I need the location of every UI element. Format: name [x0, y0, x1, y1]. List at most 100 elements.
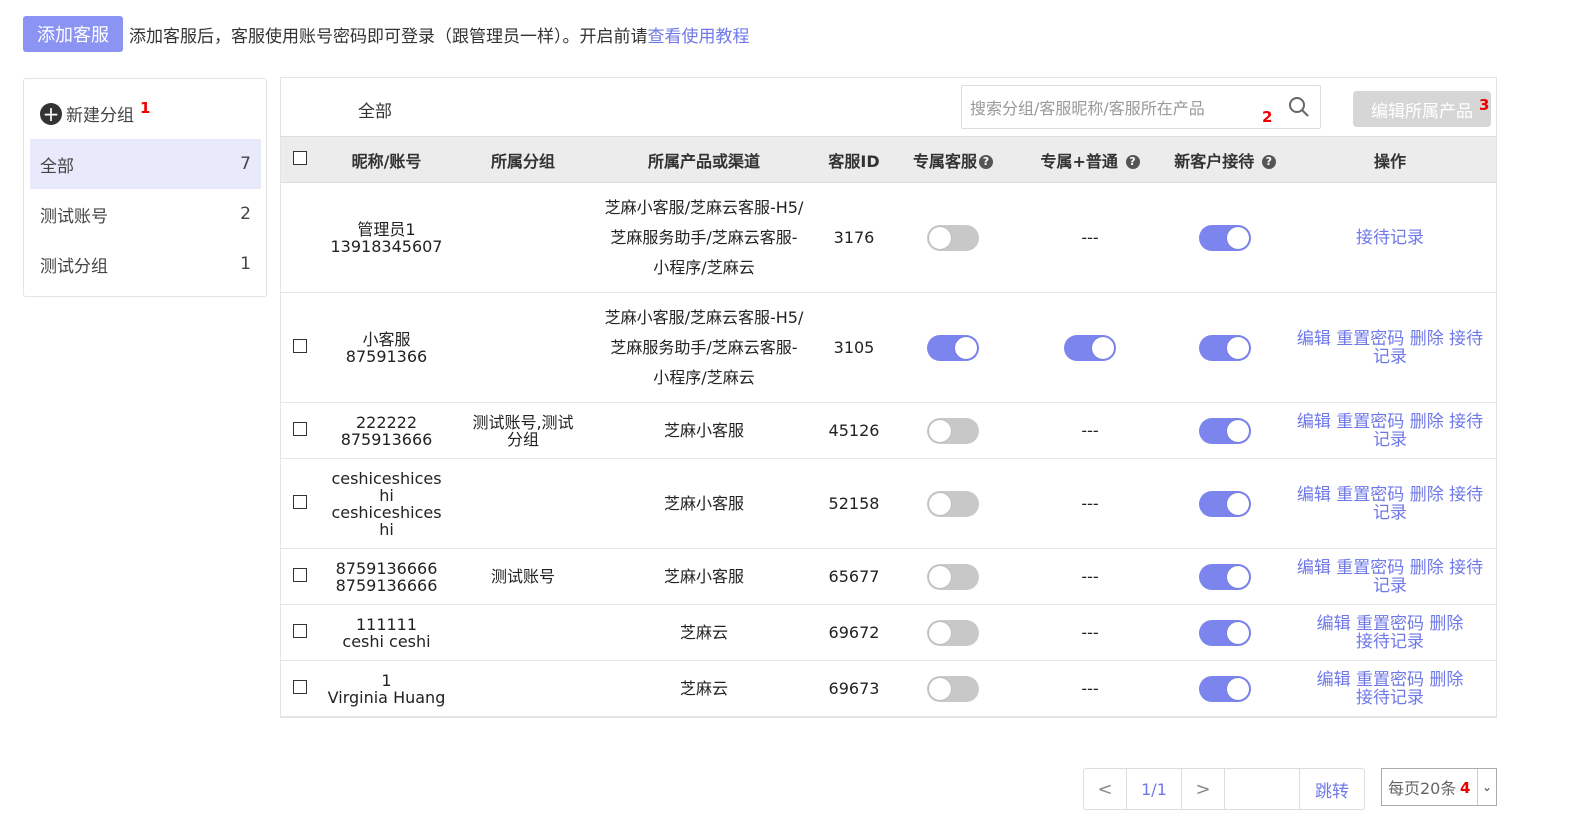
annotation-marker: 2 [1262, 108, 1273, 126]
add-agent-button[interactable]: 添加客服 [23, 16, 123, 52]
exclusive-normal-cell: --- [1014, 548, 1166, 605]
search-input[interactable] [968, 86, 1272, 130]
help-icon[interactable]: ? [1125, 154, 1140, 169]
prev-page-button[interactable]: < [1084, 769, 1127, 809]
agent-table: 昵称/账号 所属分组 所属产品或渠道 客服ID 专属客服? 专属+普通 ? 新客… [281, 136, 1496, 717]
records-link[interactable]: 接待记录 [1356, 228, 1424, 248]
row-checkbox[interactable] [293, 624, 307, 638]
product-cell: 芝麻小客服 [592, 548, 816, 605]
group-item-test-account[interactable]: 测试账号 2 [30, 189, 261, 239]
tutorial-link[interactable]: 查看使用教程 [648, 27, 750, 47]
jump-button[interactable]: 跳转 [1300, 769, 1364, 809]
group-cell: 测试账号,测试分组 [454, 402, 592, 459]
row-checkbox[interactable] [293, 680, 307, 694]
exclusive-toggle[interactable] [927, 224, 979, 251]
product-text: 芝麻小客服/芝麻云客服-H5/芝麻服务助手/芝麻云客服-小程序/芝麻云 [604, 197, 804, 277]
page-jump-input[interactable] [1225, 770, 1299, 808]
new-customer-toggle[interactable] [1199, 417, 1251, 444]
account: ceshiceshices hi [331, 502, 442, 539]
new-customer-toggle[interactable] [1199, 563, 1251, 590]
row-checkbox[interactable] [293, 568, 307, 582]
exclusive-normal-toggle[interactable] [1064, 334, 1116, 361]
exclusive-toggle[interactable] [927, 619, 979, 646]
table-row: ceshiceshices hi ceshiceshices hi 芝麻小客服 5… [281, 458, 1496, 549]
row-checkbox[interactable] [293, 339, 307, 353]
table-row: 111111 ceshi ceshi 芝麻云 69672 --- 编辑 重置密码 … [281, 604, 1496, 661]
intro-text: 添加客服后，客服使用账号密码即可登录（跟管理员一样）。开启前请查看使用教程 [129, 22, 750, 47]
chevron-down-icon[interactable]: ⌄ [1477, 769, 1496, 805]
group-name: 全部 [40, 156, 74, 177]
agent-panel: 全部 2 编辑所属产品 3 昵称/账号 所属分组 所属产品或渠道 客服ID 专属… [280, 77, 1497, 718]
col-id: 客服ID [816, 136, 892, 183]
group-count: 1 [240, 254, 251, 274]
select-all-checkbox[interactable] [293, 151, 307, 165]
annotation-marker: 3 [1479, 96, 1490, 114]
name-cell: 1 Virginia Huang [319, 660, 454, 717]
name-cell: 111111 ceshi ceshi [319, 604, 454, 661]
exclusive-toggle[interactable] [927, 675, 979, 702]
exclusive-normal-cell: --- [1014, 660, 1166, 717]
col-exclusive: 专属客服? [892, 136, 1014, 183]
group-count: 7 [240, 154, 251, 174]
row-checkbox[interactable] [293, 495, 307, 509]
col-new-customer: 新客户接待 ? [1166, 136, 1284, 183]
name-cell: ceshiceshices hi ceshiceshices hi [319, 458, 454, 549]
row-checkbox[interactable] [293, 422, 307, 436]
group-name: 测试账号 [40, 206, 108, 227]
new-customer-toggle[interactable] [1199, 224, 1251, 251]
account: 875913666 [340, 429, 433, 449]
next-page-button[interactable]: > [1182, 769, 1225, 809]
exclusive-toggle[interactable] [927, 563, 979, 590]
table-row: 222222 875913666 测试账号,测试分组 芝麻小客服 45126 --… [281, 402, 1496, 459]
actions-cell: 接待记录 [1284, 182, 1496, 293]
product-cell: 芝麻云 [592, 660, 816, 717]
exclusive-normal-cell: --- [1014, 458, 1166, 549]
intro-message: 添加客服后，客服使用账号密码即可登录（跟管理员一样）。开启前请 [129, 26, 648, 47]
id-cell: 3105 [816, 292, 892, 403]
table-row: 管理员1 13918345607 芝麻小客服/芝麻云客服-H5/芝麻服务助手/芝麻… [281, 182, 1496, 293]
actions-links[interactable]: 编辑 重置密码 删除 接待记录 [1290, 559, 1490, 595]
actions-cell: 编辑 重置密码 删除 接待记录 [1284, 292, 1496, 403]
page-size-value: 每页20条 [1388, 779, 1457, 798]
product-cell: 芝麻云 [592, 604, 816, 661]
new-customer-toggle[interactable] [1199, 490, 1251, 517]
group-count: 2 [240, 204, 251, 224]
help-icon[interactable]: ? [1261, 154, 1276, 169]
actions-cell: 编辑 重置密码 删除 接待记录 [1284, 402, 1496, 459]
exclusive-toggle[interactable] [927, 490, 979, 517]
account: 87591366 [345, 346, 428, 366]
name-cell: 小客服 87591366 [319, 292, 454, 403]
nickname: 小客服 [362, 329, 411, 349]
account: ceshi ceshi [342, 631, 431, 651]
new-group-button[interactable]: + 新建分组 1 [40, 99, 150, 126]
actions-links[interactable]: 编辑 重置密码 删除 接待记录 [1310, 615, 1470, 651]
actions-links[interactable]: 编辑 重置密码 删除 接待记录 [1290, 413, 1490, 449]
col-exclusive-normal-label: 专属+普通 [1040, 151, 1118, 171]
actions-cell: 编辑 重置密码 删除 接待记录 [1284, 660, 1496, 717]
search-icon[interactable] [1288, 96, 1310, 118]
actions-links[interactable]: 编辑 重置密码 删除 接待记录 [1290, 486, 1490, 522]
help-icon[interactable]: ? [979, 154, 993, 169]
new-customer-toggle[interactable] [1199, 675, 1251, 702]
new-group-label: 新建分组 [66, 106, 134, 126]
new-customer-toggle[interactable] [1199, 619, 1251, 646]
product-cell: 芝麻小客服/芝麻云客服-H5/芝麻服务助手/芝麻云客服-小程序/芝麻云 [592, 292, 816, 403]
group-sidebar: + 新建分组 1 全部 7 测试账号 2 测试分组 1 [23, 78, 267, 297]
group-text: 测试账号,测试分组 [472, 412, 574, 449]
col-product: 所属产品或渠道 [592, 136, 816, 183]
group-item-all[interactable]: 全部 7 [30, 139, 261, 189]
group-item-test-group[interactable]: 测试分组 1 [30, 239, 261, 289]
product-text: 芝麻小客服/芝麻云客服-H5/芝麻服务助手/芝麻云客服-小程序/芝麻云 [604, 307, 804, 387]
exclusive-toggle[interactable] [927, 334, 979, 361]
group-cell: 测试账号 [454, 548, 592, 605]
actions-links[interactable]: 编辑 重置密码 删除 接待记录 [1310, 671, 1470, 707]
actions-links[interactable]: 编辑 重置密码 删除 接待记录 [1290, 330, 1490, 366]
new-customer-toggle[interactable] [1199, 334, 1251, 361]
exclusive-toggle[interactable] [927, 417, 979, 444]
group-cell [454, 660, 592, 717]
page-size-select[interactable]: 每页20条 4 ⌄ [1381, 768, 1497, 806]
plus-circle-icon: + [40, 102, 62, 125]
edit-product-button[interactable]: 编辑所属产品 [1353, 91, 1491, 127]
id-cell: 52158 [816, 458, 892, 549]
actions-cell: 编辑 重置密码 删除 接待记录 [1284, 604, 1496, 661]
